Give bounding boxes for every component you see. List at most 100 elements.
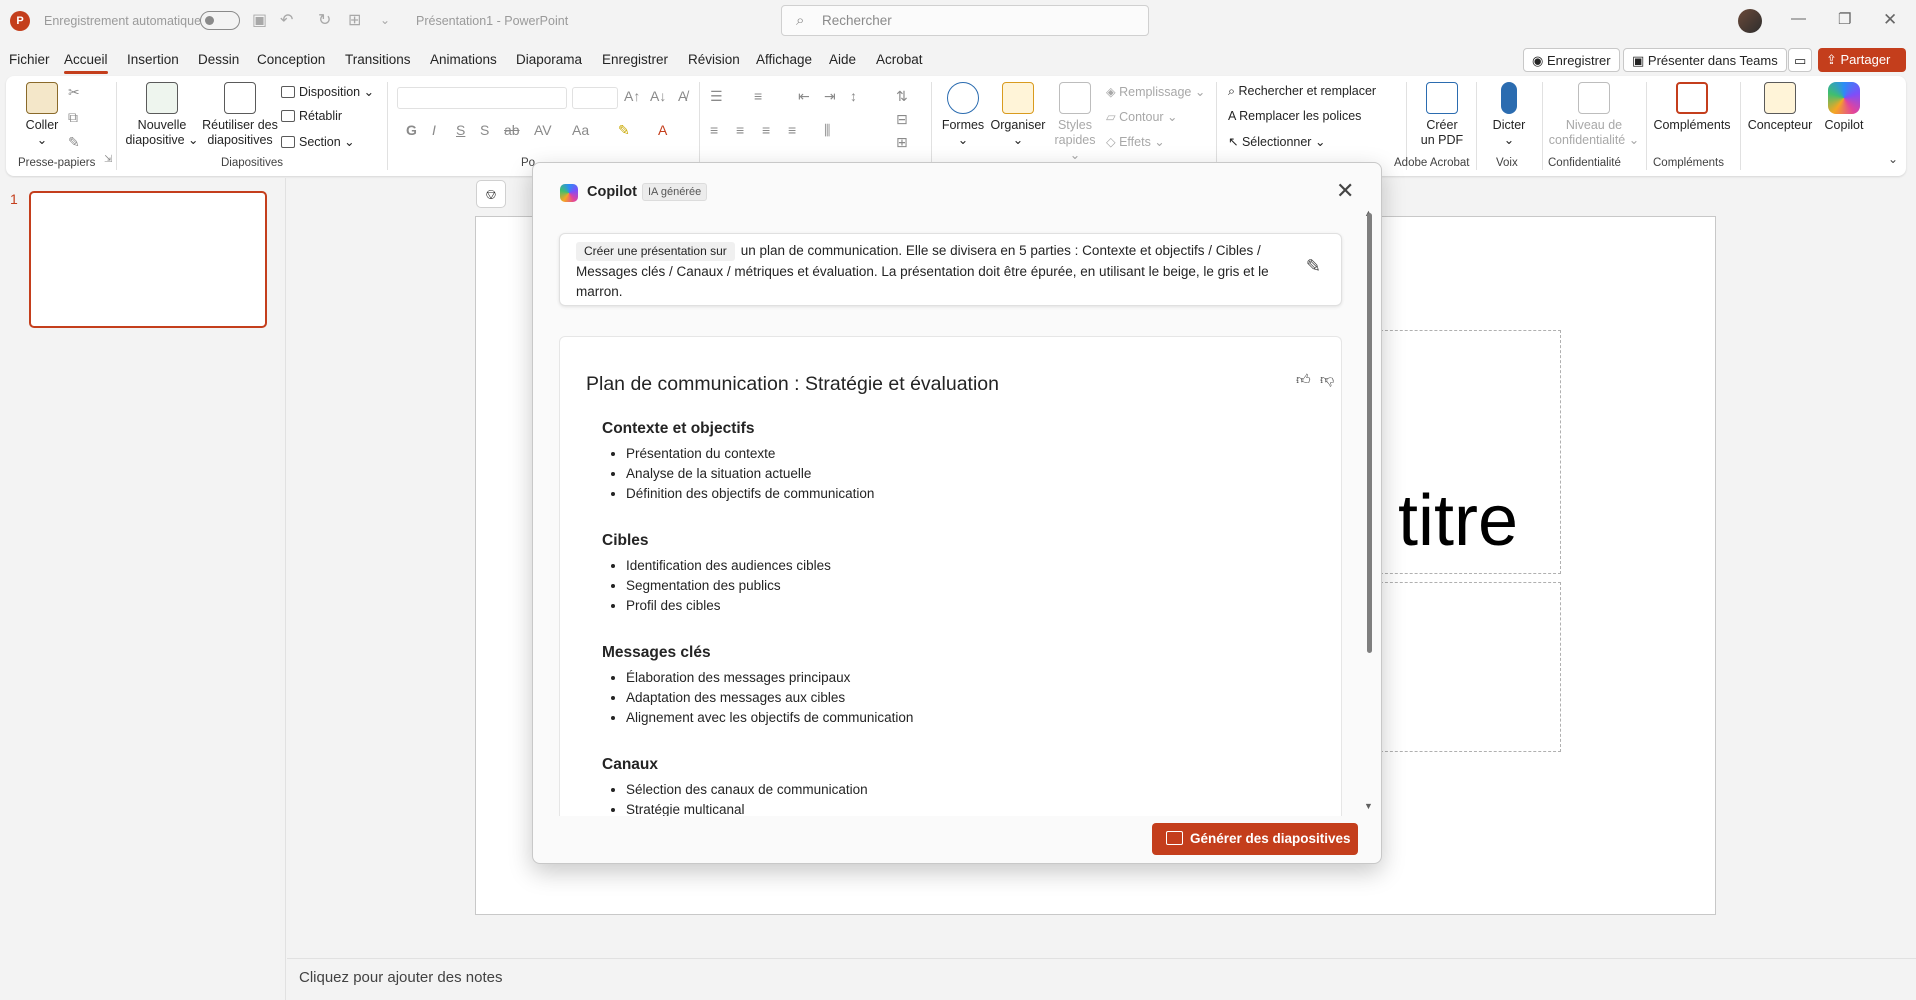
strikethrough-icon[interactable]: ab: [504, 122, 520, 138]
tab-animations[interactable]: Animations: [430, 52, 497, 67]
presenter-icon[interactable]: ⊞: [348, 10, 361, 30]
generate-slides-button[interactable]: Générer des diapositives: [1152, 823, 1358, 855]
share-button[interactable]: ⇪ Partager ⌄: [1818, 48, 1906, 83]
tab-accueil[interactable]: Accueil: [64, 52, 108, 74]
shapes-button[interactable]: Formes ⌄: [940, 82, 986, 148]
tab-aide[interactable]: Aide: [829, 52, 856, 67]
replace-fonts-button[interactable]: A Remplacer les polices: [1228, 109, 1361, 123]
fill-button[interactable]: ◈ Remplissage ⌄: [1106, 84, 1205, 99]
microphone-icon: [1501, 82, 1517, 114]
font-color-icon[interactable]: A: [658, 122, 667, 138]
restore-icon[interactable]: ❐: [1838, 10, 1851, 28]
shadow-icon[interactable]: S: [480, 122, 489, 138]
close-window-icon[interactable]: ✕: [1883, 10, 1897, 30]
new-slide-button[interactable]: Nouvelle diapositive ⌄: [122, 82, 202, 148]
copilot-ribbon-button[interactable]: Copilot: [1816, 82, 1872, 133]
format-painter-icon[interactable]: ✎: [68, 134, 80, 151]
list-item: Adaptation des messages aux cibles: [626, 688, 913, 708]
highlight-icon[interactable]: ✎: [618, 122, 630, 139]
paste-button[interactable]: Coller ⌄: [20, 82, 64, 148]
copilot-slide-button[interactable]: ⎊: [476, 180, 506, 208]
copy-icon[interactable]: ⧉: [68, 109, 78, 126]
dialog-scrollbar[interactable]: [1367, 213, 1372, 653]
minimize-icon[interactable]: —: [1791, 10, 1806, 27]
search-box[interactable]: ⌕ Rechercher: [781, 5, 1149, 36]
tab-acrobat[interactable]: Acrobat: [876, 52, 923, 67]
tab-diaporama[interactable]: Diaporama: [516, 52, 582, 67]
layout-button[interactable]: Disposition ⌄: [281, 84, 374, 99]
reset-button[interactable]: Rétablir: [281, 109, 342, 123]
font-family-select[interactable]: [397, 87, 567, 109]
layout-label: Disposition: [299, 85, 361, 99]
list-item: Identification des audiences cibles: [626, 556, 831, 576]
slide-thumbnail[interactable]: [29, 191, 267, 328]
clear-format-icon[interactable]: A̸: [678, 88, 687, 104]
underline-icon[interactable]: S: [456, 122, 465, 138]
clipboard-launcher-icon[interactable]: ⇲: [104, 154, 112, 165]
subtitle-placeholder[interactable]: [1380, 582, 1561, 752]
scroll-down-icon[interactable]: ▼: [1364, 801, 1373, 811]
columns-icon[interactable]: ⫼: [824, 122, 830, 139]
font-size-select[interactable]: [572, 87, 618, 109]
tab-affichage[interactable]: Affichage: [756, 52, 812, 67]
text-direction-icon[interactable]: ⇅: [896, 88, 908, 105]
line-spacing-icon[interactable]: ↕: [850, 88, 857, 104]
tab-revision[interactable]: Révision: [688, 52, 740, 67]
arrange-button[interactable]: Organiser ⌄: [988, 82, 1048, 148]
change-case-icon[interactable]: Aa: [572, 122, 589, 138]
thumbs-down-icon[interactable]: 👎︎: [1320, 371, 1334, 388]
align-left-icon[interactable]: ≡: [710, 122, 718, 138]
redo-icon[interactable]: ↻: [318, 10, 331, 30]
thumbs-up-icon[interactable]: 👍︎: [1296, 371, 1311, 388]
comments-icon[interactable]: ▭: [1788, 48, 1812, 72]
outline-button[interactable]: ▱ Contour ⌄: [1106, 109, 1178, 124]
notes-pane[interactable]: Cliquez pour ajouter des notes: [287, 958, 1916, 1000]
effects-button[interactable]: ◇ Effets ⌄: [1106, 134, 1165, 149]
tab-dessin[interactable]: Dessin: [198, 52, 239, 67]
edit-prompt-icon[interactable]: ✎: [1306, 256, 1321, 277]
slide-title-text: titre: [1398, 481, 1519, 561]
close-dialog-icon[interactable]: ✕: [1336, 178, 1354, 204]
addins-button[interactable]: Compléments: [1650, 82, 1734, 133]
tab-enregistrer[interactable]: Enregistrer: [602, 52, 668, 67]
sensitivity-button[interactable]: Niveau de confidentialité ⌄: [1546, 82, 1642, 148]
bold-icon[interactable]: G: [406, 122, 417, 138]
present-teams-button[interactable]: ▣ Présenter dans Teams: [1623, 48, 1787, 72]
designer-button[interactable]: Concepteur: [1744, 82, 1816, 133]
justify-icon[interactable]: ≡: [788, 122, 796, 138]
dictate-button[interactable]: Dicter ⌄: [1484, 82, 1534, 148]
spacing-icon[interactable]: AV: [534, 122, 552, 138]
decrease-indent-icon[interactable]: ⇤: [798, 88, 810, 105]
align-right-icon[interactable]: ≡: [762, 122, 770, 138]
list-item: Stratégie multicanal: [626, 800, 868, 816]
tab-transitions[interactable]: Transitions: [345, 52, 411, 67]
customize-toolbar-icon[interactable]: ⌄: [380, 13, 390, 27]
cut-icon[interactable]: ✂: [68, 84, 80, 101]
tab-fichier[interactable]: Fichier: [9, 52, 50, 67]
quick-styles-button[interactable]: Styles rapides ⌄: [1050, 82, 1100, 163]
select-button[interactable]: ↖ Sélectionner ⌄: [1228, 134, 1325, 149]
record-button[interactable]: ◉ Enregistrer: [1523, 48, 1620, 72]
collapse-ribbon-icon[interactable]: ⌄: [1888, 152, 1898, 166]
find-label: Rechercher et remplacer: [1238, 84, 1377, 98]
create-pdf-button[interactable]: Créer un PDF: [1414, 82, 1470, 148]
tab-insertion[interactable]: Insertion: [127, 52, 179, 67]
save-icon[interactable]: ▣: [252, 10, 267, 30]
bullets-icon[interactable]: ☰: [710, 88, 723, 105]
smartart-icon[interactable]: ⊞: [896, 134, 908, 151]
user-avatar[interactable]: [1738, 9, 1762, 33]
find-replace-button[interactable]: ⌕ Rechercher et remplacer: [1228, 84, 1376, 99]
decrease-font-icon[interactable]: A↓: [650, 88, 666, 104]
numbering-icon[interactable]: ≡: [754, 88, 762, 104]
align-center-icon[interactable]: ≡: [736, 122, 744, 138]
increase-font-icon[interactable]: A↑: [624, 88, 640, 104]
increase-indent-icon[interactable]: ⇥: [824, 88, 836, 105]
section-icon: [281, 136, 295, 148]
italic-icon[interactable]: I: [432, 122, 436, 138]
section-button[interactable]: Section ⌄: [281, 134, 355, 149]
autosave-toggle[interactable]: [200, 11, 240, 30]
undo-icon[interactable]: ↶: [280, 10, 293, 30]
reuse-slides-button[interactable]: Réutiliser des diapositives: [200, 82, 280, 148]
tab-conception[interactable]: Conception: [257, 52, 325, 67]
align-text-icon[interactable]: ⊟: [896, 111, 908, 128]
